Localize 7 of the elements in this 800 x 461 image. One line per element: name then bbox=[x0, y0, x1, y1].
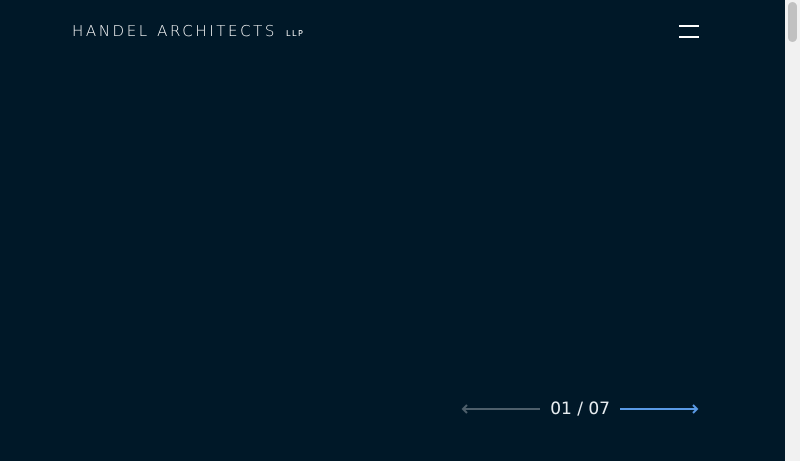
scrollbar-thumb[interactable] bbox=[788, 2, 797, 42]
logo-suffix: LLP bbox=[286, 29, 304, 38]
next-arrow-icon[interactable] bbox=[619, 404, 699, 414]
menu-icon[interactable] bbox=[679, 24, 699, 38]
slide-counter: 01 / 07 bbox=[550, 399, 610, 419]
logo-text[interactable]: HANDEL ARCHITECTS bbox=[72, 22, 278, 40]
scrollbar[interactable] bbox=[785, 0, 800, 461]
